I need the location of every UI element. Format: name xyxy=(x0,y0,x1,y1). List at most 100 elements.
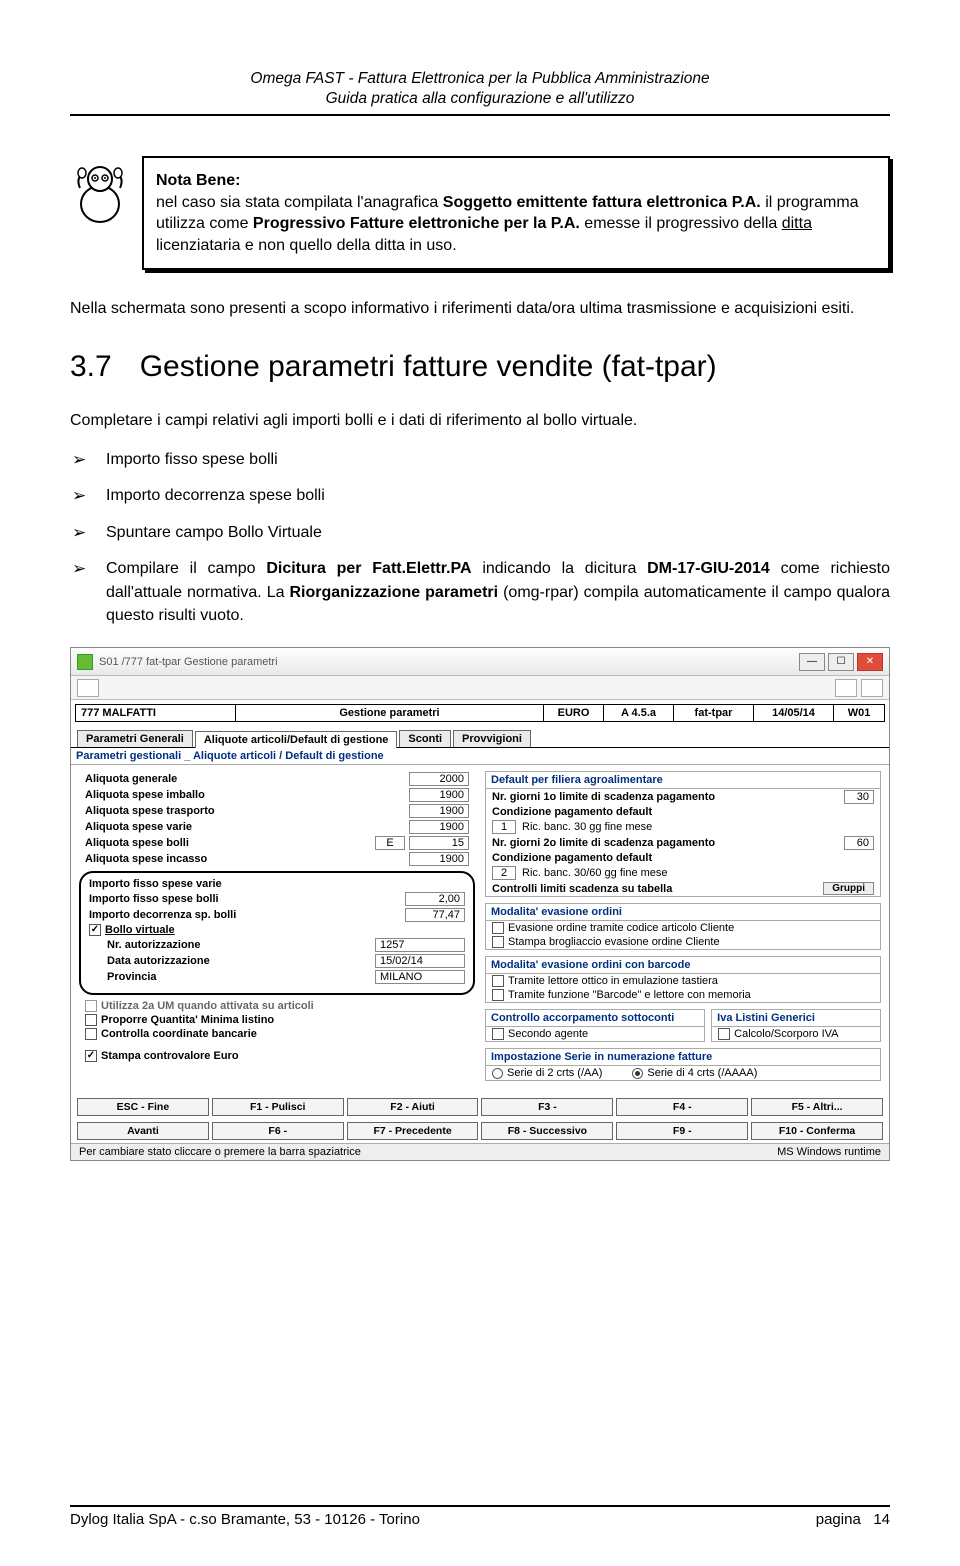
tab-provvigioni[interactable]: Provvigioni xyxy=(453,730,531,747)
prov-value[interactable]: MILANO xyxy=(375,970,465,984)
clst-label: Controlli limiti scadenza su tabella xyxy=(492,883,817,895)
cp1-label: Condizione pagamento default xyxy=(492,806,874,818)
nra-label: Nr. autorizzazione xyxy=(107,939,375,951)
ilg1-label: Calcolo/Scorporo IVA xyxy=(734,1028,874,1040)
version-field: A 4.5.a xyxy=(604,705,674,721)
isn2-radio[interactable] xyxy=(632,1068,643,1079)
embedded-screenshot: S01 /777 fat-tpar Gestione parametri — ☐… xyxy=(70,647,890,1161)
ilg1-checkbox[interactable] xyxy=(718,1028,730,1040)
al-inc-value[interactable]: 1900 xyxy=(409,852,469,866)
pq-checkbox[interactable] xyxy=(85,1014,97,1026)
footer-left: Dylog Italia SpA - c.so Bramante, 53 - 1… xyxy=(70,1511,420,1528)
isn-legend: Impostazione Serie in numerazione fattur… xyxy=(486,1049,880,1066)
al-bol-label: Aliquota spese bolli xyxy=(85,837,375,849)
sce-checkbox[interactable]: ✓ xyxy=(85,1050,97,1062)
cut-line: Utilizza 2a UM quando attivata su artico… xyxy=(101,1000,469,1012)
b4a: Compilare il campo xyxy=(106,560,266,577)
toolbar-button[interactable] xyxy=(861,679,883,697)
f10-button[interactable]: F10 - Conferma xyxy=(751,1122,883,1140)
fieldset-legend: Parametri gestionali _ Aliquote articoli… xyxy=(71,748,889,765)
dta-value[interactable]: 15/02/14 xyxy=(375,954,465,968)
f6-button[interactable]: F6 - xyxy=(212,1122,344,1140)
meo2-label: Stampa brogliaccio evasione ordine Clien… xyxy=(508,936,874,948)
f4-button[interactable]: F4 - xyxy=(616,1098,748,1116)
al-tra-label: Aliquota spese trasporto xyxy=(85,805,409,817)
app-icon xyxy=(77,654,93,670)
minimize-button[interactable]: — xyxy=(799,653,825,671)
arrow-icon: ➢ xyxy=(72,448,92,473)
ifsb-value[interactable]: 2,00 xyxy=(405,892,465,906)
meob2-label: Tramite funzione "Barcode" e lettore con… xyxy=(508,989,874,1001)
f7-button[interactable]: F7 - Precedente xyxy=(347,1122,479,1140)
pq-label: Proporre Quantita' Minima listino xyxy=(101,1014,469,1026)
b4-bold1: Dicitura per Fatt.Elettr.PA xyxy=(266,560,471,577)
idsb-label: Importo decorrenza sp. bolli xyxy=(89,909,405,921)
b4-bold2: DM-17-GIU-2014 xyxy=(647,560,770,577)
ng2-label: Nr. giorni 2o limite di scadenza pagamen… xyxy=(492,837,844,849)
toolbar-button[interactable] xyxy=(77,679,99,697)
nb-text-c: emesse il progressivo della xyxy=(580,215,782,232)
section-number: 3.7 xyxy=(70,350,112,384)
tab-parametri-generali[interactable]: Parametri Generali xyxy=(77,730,193,747)
ccb-label: Controlla coordinate bancarie xyxy=(101,1028,469,1040)
cp2-code[interactable]: 2 xyxy=(492,866,516,880)
idsb-value[interactable]: 77,47 xyxy=(405,908,465,922)
meo1-label: Evasione ordine tramite codice articolo … xyxy=(508,922,874,934)
al-var-value[interactable]: 1900 xyxy=(409,820,469,834)
toolbar-button[interactable] xyxy=(835,679,857,697)
footer-rule xyxy=(70,1505,890,1507)
bollo-virtuale-checkbox[interactable]: ✓ xyxy=(89,924,101,936)
isn1-radio[interactable] xyxy=(492,1068,503,1079)
nra-value[interactable]: 1257 xyxy=(375,938,465,952)
bullet-1: Importo fisso spese bolli xyxy=(106,448,890,473)
al-imb-value[interactable]: 1900 xyxy=(409,788,469,802)
cartoon-character-icon xyxy=(70,156,130,226)
gruppi-button[interactable]: Gruppi xyxy=(823,882,874,895)
nota-bene-box: Nota Bene: nel caso sia stata compilata … xyxy=(142,156,890,270)
tab-aliquote[interactable]: Aliquote articoli/Default di gestione xyxy=(195,731,398,748)
module-field: fat-tpar xyxy=(674,705,754,721)
avanti-button[interactable]: Avanti xyxy=(77,1122,209,1140)
al-bol-value[interactable]: 15 xyxy=(409,836,469,850)
meob1-checkbox[interactable] xyxy=(492,975,504,987)
ng1-value[interactable]: 30 xyxy=(844,790,874,804)
f8-button[interactable]: F8 - Successivo xyxy=(481,1122,613,1140)
f1-button[interactable]: F1 - Pulisci xyxy=(212,1098,344,1116)
al-inc-label: Aliquota spese incasso xyxy=(85,853,409,865)
cp2-text: Ric. banc. 30/60 gg fine mese xyxy=(522,867,668,879)
ilg-legend: Iva Listini Generici xyxy=(712,1010,880,1027)
meo2-checkbox[interactable] xyxy=(492,936,504,948)
nb-text-a: nel caso sia stata compilata l'anagrafic… xyxy=(156,194,443,211)
bullet-2: Importo decorrenza spese bolli xyxy=(106,484,890,509)
bullet-3: Spuntare campo Bollo Virtuale xyxy=(106,521,890,546)
cap1-checkbox[interactable] xyxy=(492,1028,504,1040)
esc-button[interactable]: ESC - Fine xyxy=(77,1098,209,1116)
module-title: Gestione parametri xyxy=(236,705,544,721)
tab-sconti[interactable]: Sconti xyxy=(399,730,451,747)
bullet-4: Compilare il campo Dicitura per Fatt.Ele… xyxy=(106,557,890,627)
close-button[interactable]: ✕ xyxy=(857,653,883,671)
meo1-checkbox[interactable] xyxy=(492,922,504,934)
ifsv-label: Importo fisso spese varie xyxy=(89,878,465,890)
um-checkbox[interactable] xyxy=(85,1000,97,1012)
maximize-button[interactable]: ☐ xyxy=(828,653,854,671)
al-gen-value[interactable]: 2000 xyxy=(409,772,469,786)
cp1-code[interactable]: 1 xyxy=(492,820,516,834)
al-tra-value[interactable]: 1900 xyxy=(409,804,469,818)
sce-label: Stampa controvalore Euro xyxy=(101,1050,469,1062)
cap-legend: Controllo accorpamento sottoconti xyxy=(486,1010,704,1027)
meob2-checkbox[interactable] xyxy=(492,989,504,1001)
al-bol-e[interactable]: E xyxy=(375,836,405,850)
df-legend: Default per filiera agroalimentare xyxy=(486,772,880,789)
f2-button[interactable]: F2 - Aiuti xyxy=(347,1098,479,1116)
footer-page-label: pagina xyxy=(816,1511,861,1528)
f9-button[interactable]: F9 - xyxy=(616,1122,748,1140)
paragraph-2: Completare i campi relativi agli importi… xyxy=(70,410,890,432)
doc-header-line-1: Omega FAST - Fattura Elettronica per la … xyxy=(250,70,709,87)
ccb-checkbox[interactable] xyxy=(85,1028,97,1040)
f5-button[interactable]: F5 - Altri... xyxy=(751,1098,883,1116)
ng2-value[interactable]: 60 xyxy=(844,836,874,850)
f3-button[interactable]: F3 - xyxy=(481,1098,613,1116)
arrow-icon: ➢ xyxy=(72,557,92,627)
arrow-icon: ➢ xyxy=(72,484,92,509)
